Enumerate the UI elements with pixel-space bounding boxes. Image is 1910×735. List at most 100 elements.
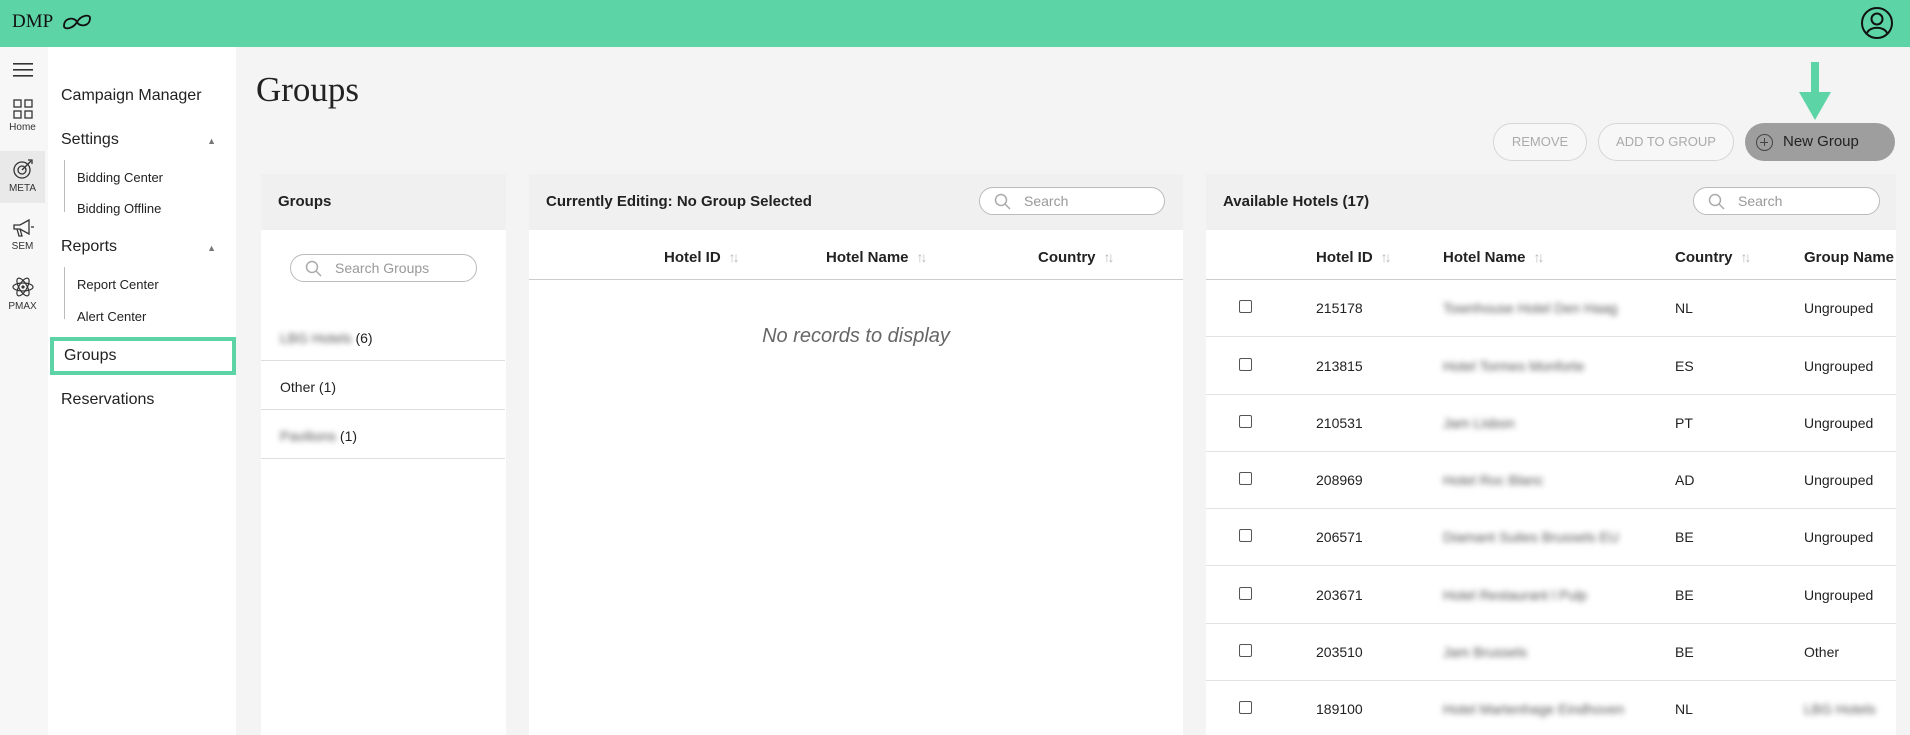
grid-icon [12,99,33,119]
hotel-row[interactable]: 203671 Hotel Restaurant l Pulp BE Ungrou… [1206,567,1896,624]
rail-item-home[interactable]: Home [0,99,45,133]
hotel-country: BE [1675,644,1694,660]
group-count: (1) [318,379,337,395]
hotel-id: 203510 [1316,644,1363,660]
brand-name: DMP [12,11,54,32]
search-groups-input[interactable]: Search Groups [290,254,477,282]
editing-search-placeholder: Search [1024,193,1069,209]
editing-panel: Currently Editing: No Group Selected Sea… [529,174,1183,735]
hotel-country: AD [1675,472,1695,488]
available-search-input[interactable]: Search [1693,187,1880,215]
hotel-row[interactable]: 203510 Jam Brussels BE Other [1206,624,1896,681]
hotel-row[interactable]: 206571 Diamant Suites Brussels EU BE Ung… [1206,509,1896,566]
group-list-item[interactable]: Other (1) [261,361,505,410]
row-checkbox[interactable] [1239,529,1252,542]
nav-report-center[interactable]: Report Center [77,277,159,292]
add-to-group-button[interactable]: ADD TO GROUP [1598,123,1734,161]
row-checkbox[interactable] [1239,358,1252,371]
page-title: Groups [256,70,360,109]
available-panel-header: Available Hotels (17) Search [1206,174,1896,230]
user-account-icon[interactable] [1860,6,1894,40]
rail-item-sem[interactable]: SEM [0,218,45,252]
sort-icon[interactable]: ↑↓ [1104,249,1115,265]
group-name: Other [280,379,316,395]
hotel-name: Jam Brussels [1443,644,1528,660]
sort-icon[interactable]: ↑↓ [1534,249,1545,265]
available-search-placeholder: Search [1738,193,1783,209]
nav-campaign-manager[interactable]: Campaign Manager [61,87,202,105]
nav-reports[interactable]: Reports [61,238,117,256]
collapse-caret-icon[interactable]: ▲ [207,243,216,253]
hotel-id: 189100 [1316,701,1363,717]
sort-icon[interactable]: ↑↓ [729,249,740,265]
col-hotel-name[interactable]: Hotel Name ↑↓ [826,249,928,266]
nav-tree-line [64,160,65,212]
nav-settings-label: Settings [61,131,119,148]
target-icon [12,159,33,179]
rail-item-meta[interactable]: META [0,151,45,203]
top-bar: DMP [0,0,1910,47]
hamburger-menu-icon[interactable] [13,63,33,77]
available-hotels-panel: Available Hotels (17) Search Hotel ID ↑↓ … [1206,174,1896,735]
rail-label-home: Home [9,122,36,133]
group-name: LBG Hotels [280,330,352,346]
new-group-button[interactable]: New Group [1745,123,1895,161]
col-label: Hotel ID [664,249,721,266]
sort-icon[interactable]: ↑↓ [1381,249,1392,265]
hotel-row[interactable]: 208969 Hotel Roc Blanc AD Ungrouped [1206,452,1896,509]
hotel-id: 210531 [1316,415,1363,431]
col-country[interactable]: Country ↑↓ [1675,249,1752,266]
nav-bidding-center[interactable]: Bidding Center [77,170,163,185]
col-label: Hotel Name [826,249,909,266]
col-hotel-id[interactable]: Hotel ID ↑↓ [664,249,740,266]
row-checkbox[interactable] [1239,472,1252,485]
col-country[interactable]: Country ↑↓ [1038,249,1115,266]
col-hotel-id[interactable]: Hotel ID ↑↓ [1316,249,1392,266]
row-checkbox[interactable] [1239,415,1252,428]
atom-icon [11,277,34,297]
nav-groups-active[interactable]: Groups [50,337,236,375]
header-divider [529,279,1183,280]
row-checkbox[interactable] [1239,701,1252,714]
col-group-name[interactable]: Group Name [1804,249,1894,266]
hotel-group: Ungrouped [1804,529,1874,545]
group-list-item[interactable]: Pavilions (1) [261,410,505,459]
rail-item-pmax[interactable]: PMAX [0,276,45,312]
megaphone-icon [12,218,34,237]
editing-search-input[interactable]: Search [979,187,1165,215]
collapse-caret-icon[interactable]: ▲ [207,136,216,146]
group-list-item[interactable]: LBG Hotels (6) [261,312,505,361]
hotel-country: NL [1675,300,1693,316]
group-count: (1) [339,428,358,444]
row-checkbox[interactable] [1239,587,1252,600]
hotel-row[interactable]: 210531 Jam Lisbon PT Ungrouped [1206,395,1896,452]
row-checkbox[interactable] [1239,644,1252,657]
infinity-icon [63,14,92,30]
sort-icon[interactable]: ↑↓ [1741,249,1752,265]
nav-bidding-offline[interactable]: Bidding Offline [77,201,161,216]
col-label: Hotel Name [1443,249,1526,266]
col-label: Hotel ID [1316,249,1373,266]
hotel-name: Hotel Tormes Monforte [1443,358,1585,374]
hotel-country: BE [1675,587,1694,603]
remove-button[interactable]: REMOVE [1493,123,1587,161]
brand-logo[interactable]: DMP [12,11,93,33]
hotel-row[interactable]: 213815 Hotel Tormes Monforte ES Ungroupe… [1206,338,1896,395]
col-hotel-name[interactable]: Hotel Name ↑↓ [1443,249,1545,266]
nav-settings[interactable]: Settings [61,131,226,149]
hotel-name: Townhouse Hotel Den Haag [1443,300,1618,316]
hotel-row[interactable]: 189100 Hotel Martenhage Eindhoven NL LBG… [1206,681,1896,735]
search-icon [1708,193,1725,210]
icon-rail: Home META SEM PMAX [0,47,48,735]
hotel-row[interactable]: 215178 Townhouse Hotel Den Haag NL Ungro… [1206,280,1896,337]
col-label: Country [1038,249,1096,266]
row-checkbox[interactable] [1239,300,1252,313]
nav-alert-center[interactable]: Alert Center [77,309,146,324]
hotel-name: Hotel Roc Blanc [1443,472,1544,488]
hotel-id: 208969 [1316,472,1363,488]
sort-icon[interactable]: ↑↓ [917,249,928,265]
hotel-country: ES [1675,358,1694,374]
nav-reservations[interactable]: Reservations [61,391,154,409]
groups-panel-header: Groups [261,174,506,230]
new-group-label: New Group [1783,133,1859,150]
